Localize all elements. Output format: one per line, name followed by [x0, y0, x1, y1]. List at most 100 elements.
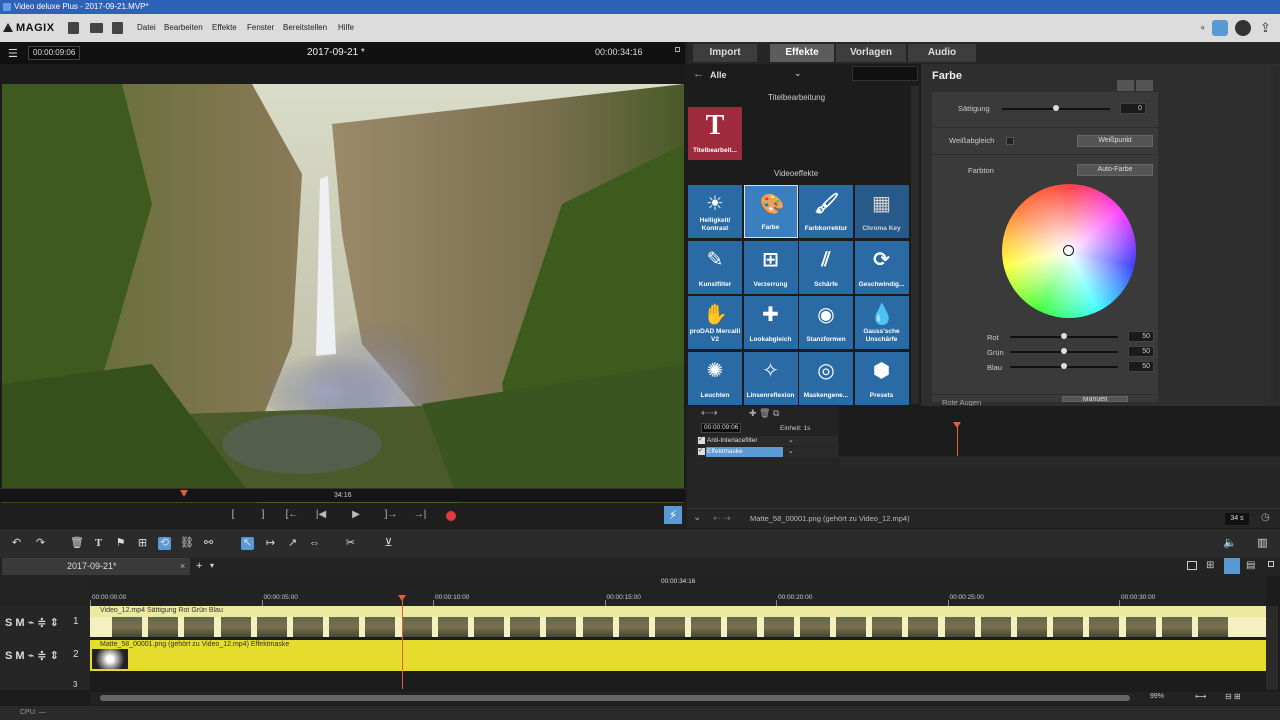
search-input[interactable] — [852, 66, 918, 81]
effect-tile-13[interactable]: ✺ Leuchten — [688, 351, 742, 405]
marker-flag-icon[interactable]: ⚑ — [114, 537, 127, 550]
scissors-icon[interactable]: ✂ — [344, 537, 357, 550]
menu-fenster[interactable]: Fenster — [247, 23, 274, 32]
unlink-icon[interactable]: ⚯ — [202, 537, 215, 550]
menu-bearbeiten[interactable]: Bearbeiten — [164, 23, 203, 32]
save-icon[interactable] — [112, 22, 123, 34]
scrub-marker-icon[interactable] — [180, 490, 188, 497]
loop-icon[interactable]: ⟲ — [158, 537, 171, 550]
tab-effekte[interactable]: Effekte — [770, 44, 834, 62]
clip-matte-58[interactable]: Matte_58_00001.png (gehört zu Video_12.m… — [90, 640, 1266, 671]
redo-icon[interactable]: ↷ — [34, 537, 47, 550]
menu-bereitstellen[interactable]: Bereitstellen — [283, 23, 327, 32]
back-arrow-icon[interactable]: ← — [693, 68, 704, 80]
rgb-slider[interactable] — [1010, 348, 1118, 354]
undo-icon[interactable]: ↶ — [10, 537, 23, 550]
speaker-icon[interactable]: 🔈 — [1223, 537, 1237, 550]
effect-tile-10[interactable]: ✚ Lookabgleich — [743, 296, 798, 349]
stretch-tool-icon[interactable]: ⇔ — [308, 537, 321, 550]
effect-tile-4[interactable]: ▦ Chroma Key — [854, 185, 909, 238]
chevron-down-icon[interactable]: ⌄ — [788, 436, 794, 444]
settings-dot-icon[interactable]: ⚬ — [1199, 23, 1207, 34]
goto-out-button[interactable]: ]→ — [384, 509, 398, 521]
goto-in-button[interactable]: [← — [285, 509, 299, 521]
link-icon[interactable]: ⛓ — [180, 537, 194, 550]
color-wheel[interactable] — [1002, 184, 1136, 318]
keyframe-row[interactable]: ✓ Anti-Interlacefilter ⌄ — [696, 436, 838, 446]
maximize-icon[interactable] — [1268, 561, 1274, 567]
menu-hilfe[interactable]: Hilfe — [338, 23, 354, 32]
view-grid-icon[interactable]: ⊞ — [1206, 560, 1214, 571]
keyframe-row[interactable]: ✓ Effektmaske ⌄ — [696, 447, 838, 457]
zoom-controls-icon[interactable]: ⊟ ⊞ — [1225, 692, 1241, 701]
collapse-icon[interactable]: ⌄ — [693, 512, 701, 523]
effect-tile-12[interactable]: 💧 Gauss'sche Unschärfe — [854, 296, 909, 349]
wizard-icon[interactable] — [1212, 20, 1228, 36]
solo-mute-icons[interactable]: S M ⌁ ≑ ⇕ — [5, 649, 59, 662]
rgb-value[interactable]: 50 — [1128, 331, 1154, 342]
video-frame-waterfall[interactable] — [2, 84, 684, 510]
effect-tile-9[interactable]: ✋ proDAD Mercalli V2 — [688, 296, 742, 349]
chevron-down-icon[interactable]: ⌄ — [794, 68, 802, 79]
tile-titelbearbeitung[interactable]: T Titelbearbeit... — [688, 107, 742, 160]
upload-icon[interactable]: ⇪ — [1260, 20, 1271, 36]
rgb-value[interactable]: 50 — [1128, 346, 1154, 357]
effect-tile-16[interactable]: ⬢ Presets — [854, 351, 909, 405]
rgb-knob[interactable] — [1061, 363, 1067, 369]
timecode-position[interactable]: 00:00:09:06 — [28, 46, 81, 60]
chevron-down-icon[interactable]: ▾ — [210, 561, 214, 570]
weisspunkt-button[interactable]: Weißpunkt — [1077, 135, 1153, 147]
rgb-slider[interactable] — [1010, 363, 1118, 369]
playhead-marker-icon[interactable] — [398, 595, 406, 601]
effect-tile-7[interactable]: ⫽ Schärfe — [799, 240, 853, 294]
add-tab-icon[interactable]: + — [196, 560, 202, 572]
clock-icon[interactable]: ◷ — [1261, 512, 1270, 523]
effect-tile-1[interactable]: ☀ Helligkeit/ Kontrast — [688, 185, 742, 238]
tab-project[interactable]: 2017-09-21* × — [2, 558, 190, 575]
new-file-icon[interactable] — [68, 22, 79, 34]
record-button[interactable] — [446, 511, 456, 521]
play-button[interactable]: ▶ — [349, 509, 363, 521]
color-wheel-handle[interactable] — [1063, 245, 1074, 256]
rgb-value[interactable]: 50 — [1128, 361, 1154, 372]
tab-import[interactable]: Import — [693, 44, 757, 62]
keyframe-scrollbar[interactable] — [840, 458, 1280, 466]
title-tool-icon[interactable]: T — [92, 537, 105, 550]
next-marker-button[interactable]: →| — [413, 509, 427, 521]
group-icon[interactable]: ⊞ — [136, 537, 149, 550]
tab-vorlagen[interactable]: Vorlagen — [836, 44, 906, 62]
weissabgleich-checkbox[interactable] — [1006, 137, 1014, 145]
clip-video-12-header[interactable]: Video_12.mp4 Sättigung Rot Grün Blau — [90, 606, 1266, 617]
manuell-button[interactable]: Manuell — [1062, 396, 1128, 402]
mark-out-button[interactable]: ] — [256, 509, 270, 521]
prev-frame-button[interactable]: |◀ — [314, 509, 328, 521]
saettigung-knob[interactable] — [1053, 105, 1059, 111]
undo-arrow-icon[interactable]: ⇠⇢ — [701, 408, 718, 419]
effect-tile-15[interactable]: ◎ Maskengene... — [799, 351, 853, 405]
timeline-playhead[interactable] — [402, 597, 403, 689]
keyframe-track-area[interactable] — [839, 406, 1280, 456]
view-timeline-icon[interactable] — [1224, 558, 1240, 574]
rgb-knob[interactable] — [1061, 348, 1067, 354]
menu-datei[interactable]: Datei — [137, 23, 156, 32]
maximize-icon[interactable] — [675, 47, 680, 52]
auto-farbe-button[interactable]: Auto-Farbe — [1077, 164, 1153, 176]
reset-icon[interactable] — [1136, 80, 1153, 91]
rgb-slider[interactable] — [1010, 333, 1118, 339]
effects-scrollbar[interactable] — [911, 86, 919, 404]
pointer-range-icon[interactable]: ↦ — [264, 537, 277, 550]
zoom-level[interactable]: 99% — [1150, 693, 1164, 700]
playhead-marker-icon[interactable] — [953, 422, 961, 428]
effect-tile-8[interactable]: ⟳ Geschwindig... — [854, 240, 909, 294]
checkbox-icon[interactable]: ✓ — [698, 437, 705, 444]
checkbox-icon[interactable]: ✓ — [698, 448, 705, 455]
effect-tile-6[interactable]: ⊞ Verzerrung — [743, 240, 798, 294]
open-folder-icon[interactable] — [90, 23, 103, 33]
mark-in-button[interactable]: [ — [226, 509, 240, 521]
close-icon[interactable]: × — [180, 561, 185, 571]
effect-tile-5[interactable]: ✎ Kunstfilter — [688, 240, 742, 294]
effect-tile-14[interactable]: ✧ Linsenreflexion — [743, 351, 798, 405]
chevron-down-icon[interactable]: ⌄ — [788, 447, 794, 455]
hamburger-menu-icon[interactable]: ☰ — [8, 47, 18, 60]
timeline-hscrollbar[interactable] — [100, 695, 1130, 701]
